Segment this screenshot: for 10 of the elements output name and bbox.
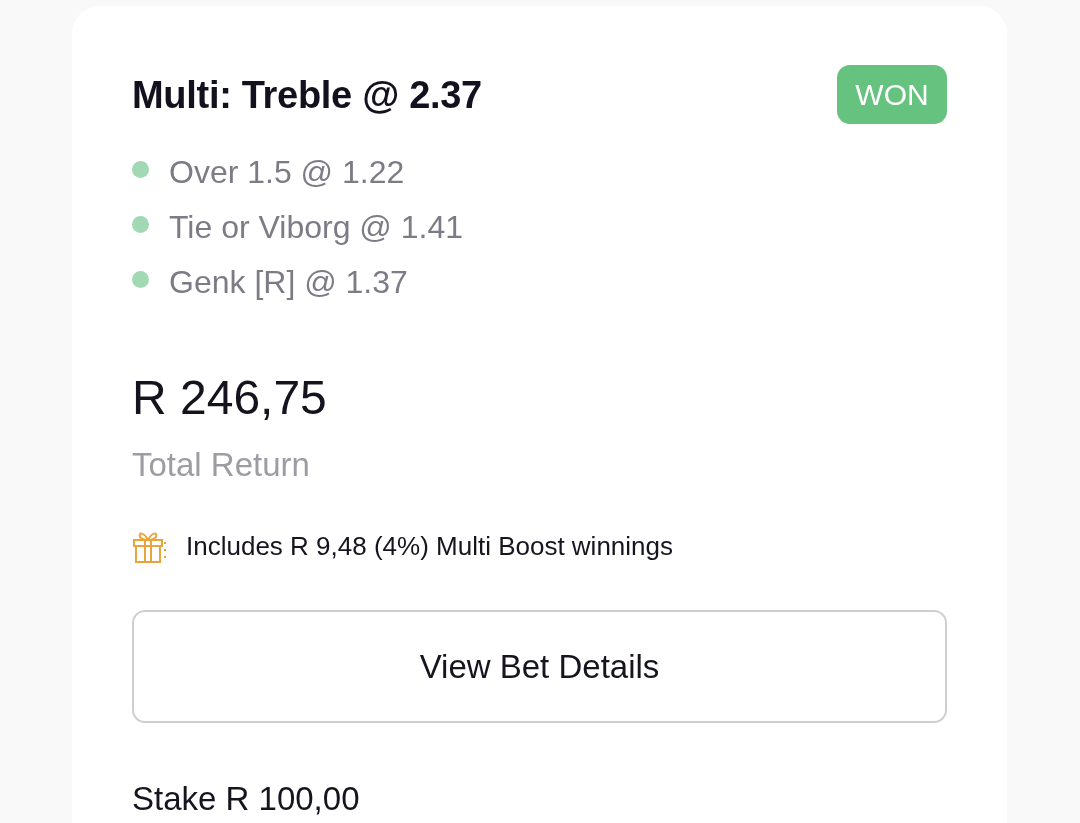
status-badge: WON (837, 65, 947, 124)
boost-note: Includes R 9,48 (4%) Multi Boost winnings (186, 530, 673, 562)
total-return-amount: R 246,75 (132, 370, 328, 426)
leg-selection: Tie or Viborg @ 1.41 (169, 209, 463, 246)
stake-amount: Stake R 100,00 (132, 779, 361, 819)
bet-title: Multi: Treble @ 2.37 (132, 72, 482, 118)
leg-selection: Genk [R] @ 1.37 (169, 264, 408, 301)
leg-selection: Over 1.5 @ 1.22 (169, 154, 405, 191)
view-details-button[interactable]: View Bet Details (132, 610, 947, 723)
total-return-label: Total Return (132, 445, 311, 485)
